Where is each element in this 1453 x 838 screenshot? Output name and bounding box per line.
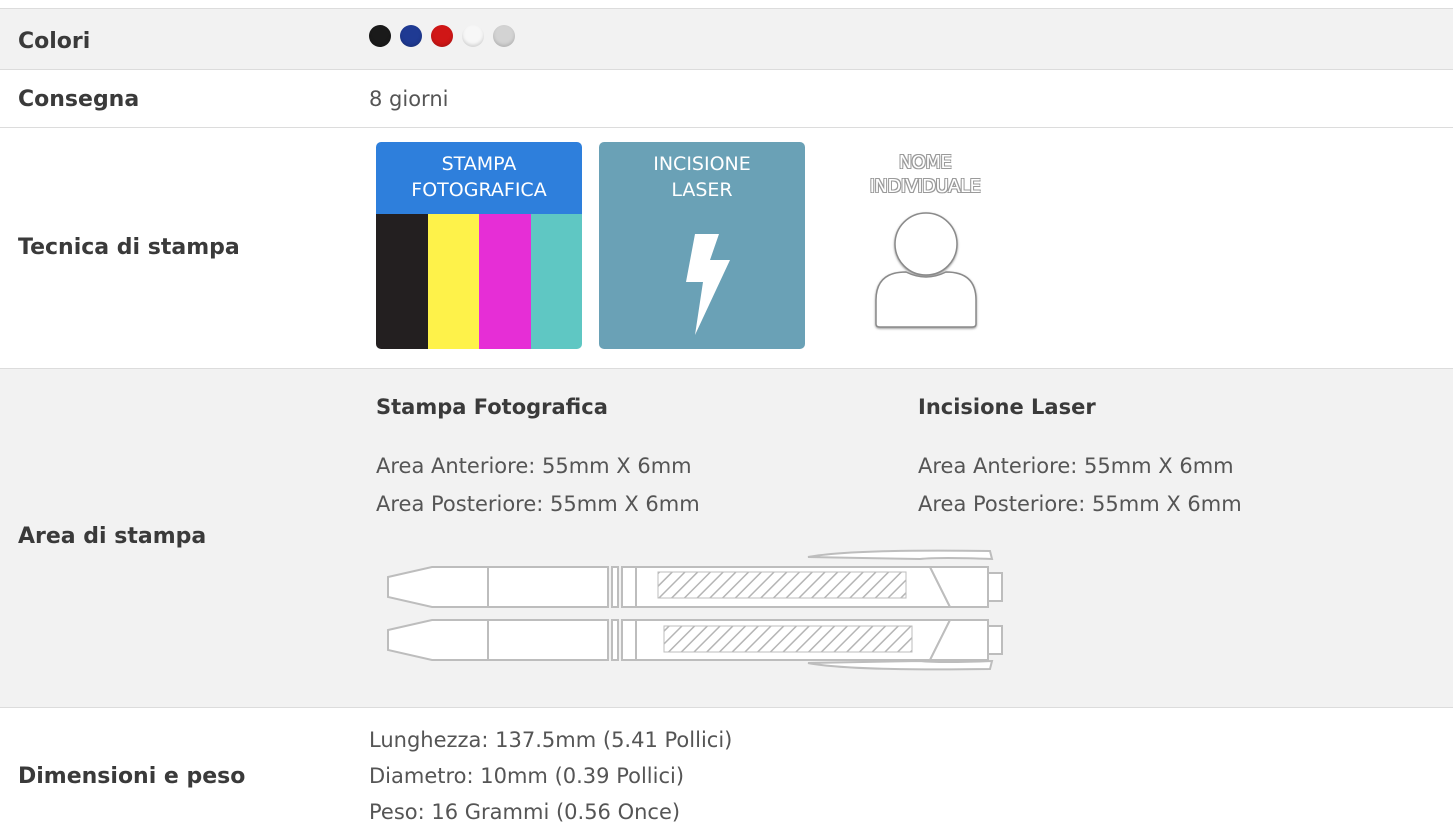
laser-area-front: Area Anteriore: 55mm X 6mm — [918, 454, 1234, 478]
color-swatch-blue[interactable] — [400, 25, 422, 47]
photo-print-area-title: Stampa Fotografica — [376, 395, 608, 419]
cmyk-stripe-yellow — [427, 214, 479, 349]
pen-diagram — [387, 549, 1003, 671]
individual-name-line1: NOME — [898, 152, 952, 173]
photo-print-area-front: Area Anteriore: 55mm X 6mm — [376, 454, 692, 478]
cmyk-stripe-magenta — [479, 214, 531, 349]
row-dimensions: Dimensioni e peso Lunghezza: 137.5mm (5.… — [0, 707, 1453, 838]
photo-print-line2: FOTOGRAFICA — [411, 179, 547, 201]
laser-engraving-badge[interactable]: INCISIONE LASER — [599, 142, 805, 349]
dimensions-length: Lunghezza: 137.5mm (5.41 Pollici) — [369, 728, 733, 752]
cmyk-stripe-cyan — [530, 214, 582, 349]
user-silhouette-icon[interactable] — [858, 200, 998, 340]
colors-label: Colori — [18, 29, 91, 54]
color-swatch-red[interactable] — [431, 25, 453, 47]
color-swatches — [369, 25, 515, 47]
cmyk-stripes — [376, 214, 582, 349]
laser-area-title: Incisione Laser — [918, 395, 1096, 419]
color-swatch-black[interactable] — [369, 25, 391, 47]
print-area-label: Area di stampa — [18, 524, 207, 549]
photo-print-badge-header: STAMPA FOTOGRAFICA — [376, 142, 582, 214]
individual-name-title: NOME INDIVIDUALE — [848, 151, 1002, 199]
color-swatch-silver[interactable] — [493, 25, 515, 47]
laser-area-back: Area Posteriore: 55mm X 6mm — [918, 492, 1242, 516]
photo-print-line1: STAMPA — [441, 153, 517, 175]
color-swatch-white[interactable] — [462, 25, 484, 47]
dimensions-diameter: Diametro: 10mm (0.39 Pollici) — [369, 764, 685, 788]
row-colors: Colori — [0, 8, 1453, 69]
photo-print-badge[interactable]: STAMPA FOTOGRAFICA — [376, 142, 582, 349]
cmyk-stripe-black — [376, 214, 428, 349]
delivery-label: Consegna — [18, 87, 140, 112]
row-delivery: Consegna 8 giorni — [0, 69, 1453, 127]
dimensions-weight: Peso: 16 Grammi (0.56 Once) — [369, 800, 681, 824]
photo-print-area-back: Area Posteriore: 55mm X 6mm — [376, 492, 700, 516]
lightning-bolt-icon — [686, 234, 730, 335]
individual-name-line2: INDIVIDUALE — [869, 176, 981, 197]
technique-label: Tecnica di stampa — [18, 235, 240, 260]
delivery-value: 8 giorni — [369, 87, 449, 111]
dimensions-label: Dimensioni e peso — [18, 764, 246, 789]
